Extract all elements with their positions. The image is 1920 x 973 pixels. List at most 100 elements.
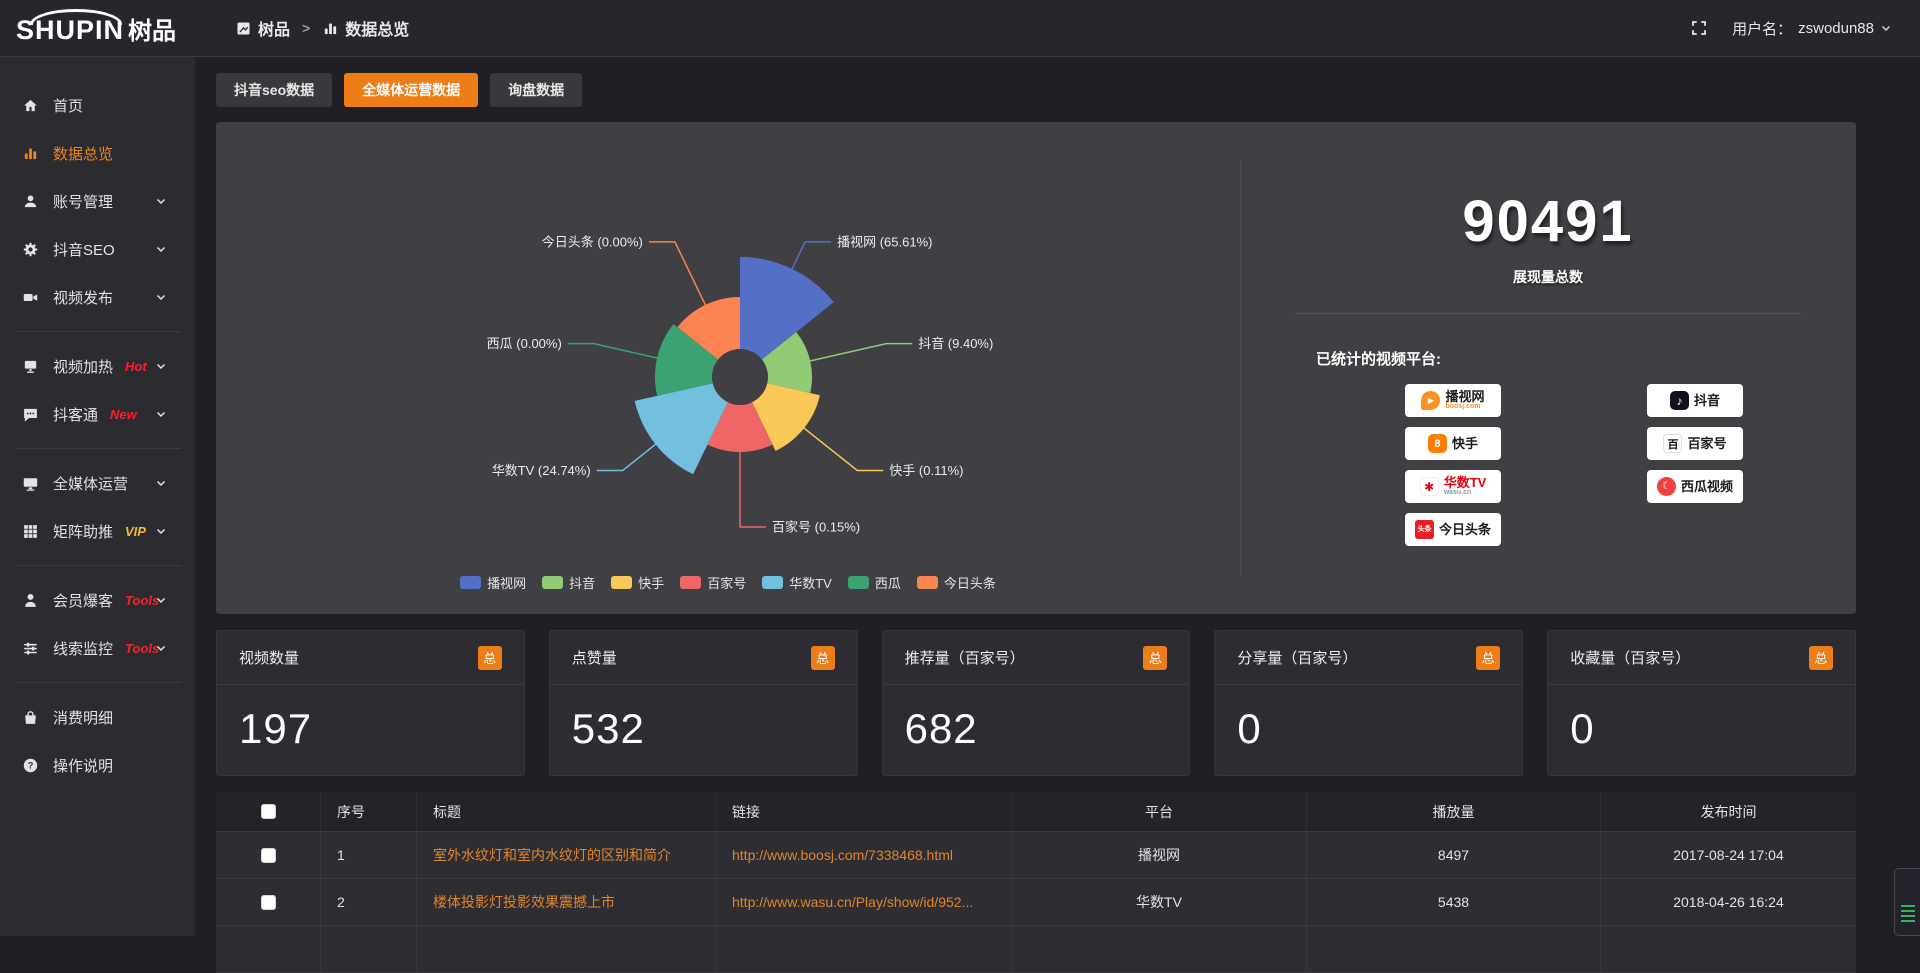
stat-card-header: 推荐量（百家号） 总 bbox=[883, 631, 1190, 685]
row-checkbox[interactable] bbox=[261, 895, 276, 910]
sidebar-item-1[interactable]: 数据总览 bbox=[0, 129, 195, 177]
select-all-checkbox[interactable] bbox=[261, 804, 276, 819]
sidebar-item-7[interactable]: 全媒体运营 bbox=[0, 459, 195, 507]
sidebar-item-8[interactable]: 矩阵助推VIP bbox=[0, 507, 195, 555]
legend-label: 播视网 bbox=[487, 573, 526, 592]
legend-label: 快手 bbox=[638, 573, 664, 592]
platform-badge-百家号: 百百家号 bbox=[1647, 427, 1743, 460]
sidebar-item-label: 首页 bbox=[53, 95, 83, 116]
tab-1[interactable]: 全媒体运营数据 bbox=[344, 73, 478, 107]
platform-badge-西瓜视频: ☾西瓜视频 bbox=[1647, 470, 1743, 503]
total-impressions-value: 90491 bbox=[1240, 188, 1856, 255]
header-cell: 平台 bbox=[1012, 792, 1307, 831]
legend-item-快手[interactable]: 快手 bbox=[611, 573, 664, 592]
legend-swatch bbox=[542, 576, 563, 589]
sidebar-item-0[interactable]: 首页 bbox=[0, 81, 195, 129]
sidebar-item-2[interactable]: 账号管理 bbox=[0, 177, 195, 225]
platform-subtext: wasu.cn bbox=[1444, 489, 1472, 497]
breadcrumb-current[interactable]: 数据总览 bbox=[322, 16, 409, 40]
chart-panel: 播视网 (65.61%)抖音 (9.40%)快手 (0.11%)百家号 (0.1… bbox=[216, 122, 1856, 614]
sidebar-item-10[interactable]: 线索监控Tools bbox=[0, 624, 195, 672]
pie-slice-华数TV[interactable] bbox=[635, 383, 728, 474]
rose-pie-chart: 播视网 (65.61%)抖音 (9.40%)快手 (0.11%)百家号 (0.1… bbox=[216, 122, 1240, 614]
sidebar-item-12[interactable]: ?操作说明 bbox=[0, 741, 195, 789]
bar-chart-icon bbox=[22, 145, 39, 162]
sidebar-item-4[interactable]: 视频发布 bbox=[0, 273, 195, 321]
sidebar-item-11[interactable]: 消费明细 bbox=[0, 693, 195, 741]
comment-icon bbox=[22, 406, 39, 423]
platform-name: 西瓜视频 bbox=[1681, 480, 1733, 493]
tab-2[interactable]: 询盘数据 bbox=[490, 73, 582, 107]
stat-card-1: 点赞量总532 bbox=[549, 630, 858, 776]
header-cell-checkbox bbox=[216, 792, 321, 831]
breadcrumb-root[interactable]: 树品 bbox=[235, 16, 290, 40]
legend-swatch bbox=[848, 576, 869, 589]
row-checkbox[interactable] bbox=[261, 848, 276, 863]
cell-title-link[interactable]: 楼体投影灯投影效果震撼上市 bbox=[417, 879, 716, 925]
platform-badge-抖音: ♪抖音 bbox=[1647, 384, 1743, 417]
cell-url-link[interactable]: http://www.wasu.cn/Play/show/id/952... bbox=[716, 879, 1012, 925]
logo-arc bbox=[30, 9, 122, 25]
header-cell: 标题 bbox=[417, 792, 716, 831]
stat-card-header: 点赞量总 bbox=[550, 631, 857, 685]
platform-name: 百家号 bbox=[1687, 437, 1726, 450]
cell-checkbox bbox=[216, 879, 321, 925]
pie-label: 快手 (0.11%) bbox=[889, 463, 963, 478]
legend-item-华数TV[interactable]: 华数TV bbox=[762, 573, 832, 592]
chevron-down-icon bbox=[155, 243, 167, 255]
floating-widget[interactable] bbox=[1894, 868, 1920, 936]
cell-platform: 华数TV bbox=[1012, 879, 1307, 925]
pie-leader-line bbox=[597, 443, 657, 470]
stat-card-title: 收藏量（百家号） bbox=[1570, 647, 1690, 668]
videos-table: 序号标题链接平台播放量发布时间1室外水纹灯和室内水纹灯的区别和简介http://… bbox=[216, 792, 1856, 973]
stat-card-value: 0 bbox=[1548, 685, 1855, 753]
header-cell: 序号 bbox=[321, 792, 417, 831]
sidebar-item-tag: New bbox=[110, 407, 137, 422]
legend-item-播视网[interactable]: 播视网 bbox=[460, 573, 526, 592]
legend-label: 西瓜 bbox=[875, 573, 901, 592]
total-badge[interactable]: 总 bbox=[1476, 646, 1500, 670]
sidebar-item-3[interactable]: 抖音SEO bbox=[0, 225, 195, 273]
sidebar-item-5[interactable]: 视频加热Hot bbox=[0, 342, 195, 390]
sidebar-item-label: 抖音SEO bbox=[53, 239, 115, 260]
svg-text:?: ? bbox=[28, 760, 34, 770]
legend-item-西瓜[interactable]: 西瓜 bbox=[848, 573, 901, 592]
pie-label: 百家号 (0.15%) bbox=[772, 520, 860, 535]
username-label: 用户名： bbox=[1732, 18, 1792, 39]
username-menu[interactable]: 用户名：zswodun88 bbox=[1732, 18, 1892, 39]
stat-card-value: 197 bbox=[217, 685, 524, 753]
fullscreen-icon[interactable] bbox=[1690, 19, 1708, 37]
legend-item-今日头条[interactable]: 今日头条 bbox=[917, 573, 996, 592]
pie-leader-line bbox=[649, 242, 706, 307]
grid-icon bbox=[22, 523, 39, 540]
sidebar-item-9[interactable]: 会员爆客Tools bbox=[0, 576, 195, 624]
app-logo: SHUPIN 树品 bbox=[0, 11, 195, 46]
legend-item-抖音[interactable]: 抖音 bbox=[542, 573, 595, 592]
tab-0[interactable]: 抖音seo数据 bbox=[216, 73, 332, 107]
breadcrumb-root-label: 树品 bbox=[258, 16, 290, 40]
total-badge[interactable]: 总 bbox=[478, 646, 502, 670]
chevron-down-icon bbox=[155, 360, 167, 372]
chevron-down-icon bbox=[155, 291, 167, 303]
legend-swatch bbox=[762, 576, 783, 589]
cell-title-link[interactable]: 室外水纹灯和室内水纹灯的区别和简介 bbox=[417, 832, 716, 878]
platform-badge-快手: 8快手 bbox=[1405, 427, 1501, 460]
pie-label: 抖音 (9.40%) bbox=[918, 336, 993, 351]
total-badge[interactable]: 总 bbox=[1143, 646, 1167, 670]
stat-card-title: 视频数量 bbox=[239, 647, 299, 668]
legend-label: 百家号 bbox=[707, 573, 746, 592]
legend-label: 抖音 bbox=[569, 573, 595, 592]
stat-card-title: 推荐量（百家号） bbox=[905, 647, 1025, 668]
legend-item-百家号[interactable]: 百家号 bbox=[680, 573, 746, 592]
chevron-down-icon bbox=[155, 642, 167, 654]
sidebar-item-6[interactable]: 抖客通New bbox=[0, 390, 195, 438]
total-badge[interactable]: 总 bbox=[1809, 646, 1833, 670]
cell-url-link[interactable]: http://www.boosj.com/7338468.html bbox=[716, 832, 1012, 878]
widget-stripe bbox=[1901, 905, 1915, 907]
breadcrumb-separator: > bbox=[302, 20, 310, 36]
platform-badge-播视网: ▶播视网boosj.com bbox=[1405, 384, 1501, 417]
legend-swatch bbox=[680, 576, 701, 589]
cell-time: 2018-04-26 16:24 bbox=[1601, 879, 1856, 925]
total-badge[interactable]: 总 bbox=[811, 646, 835, 670]
legend-swatch bbox=[460, 576, 481, 589]
